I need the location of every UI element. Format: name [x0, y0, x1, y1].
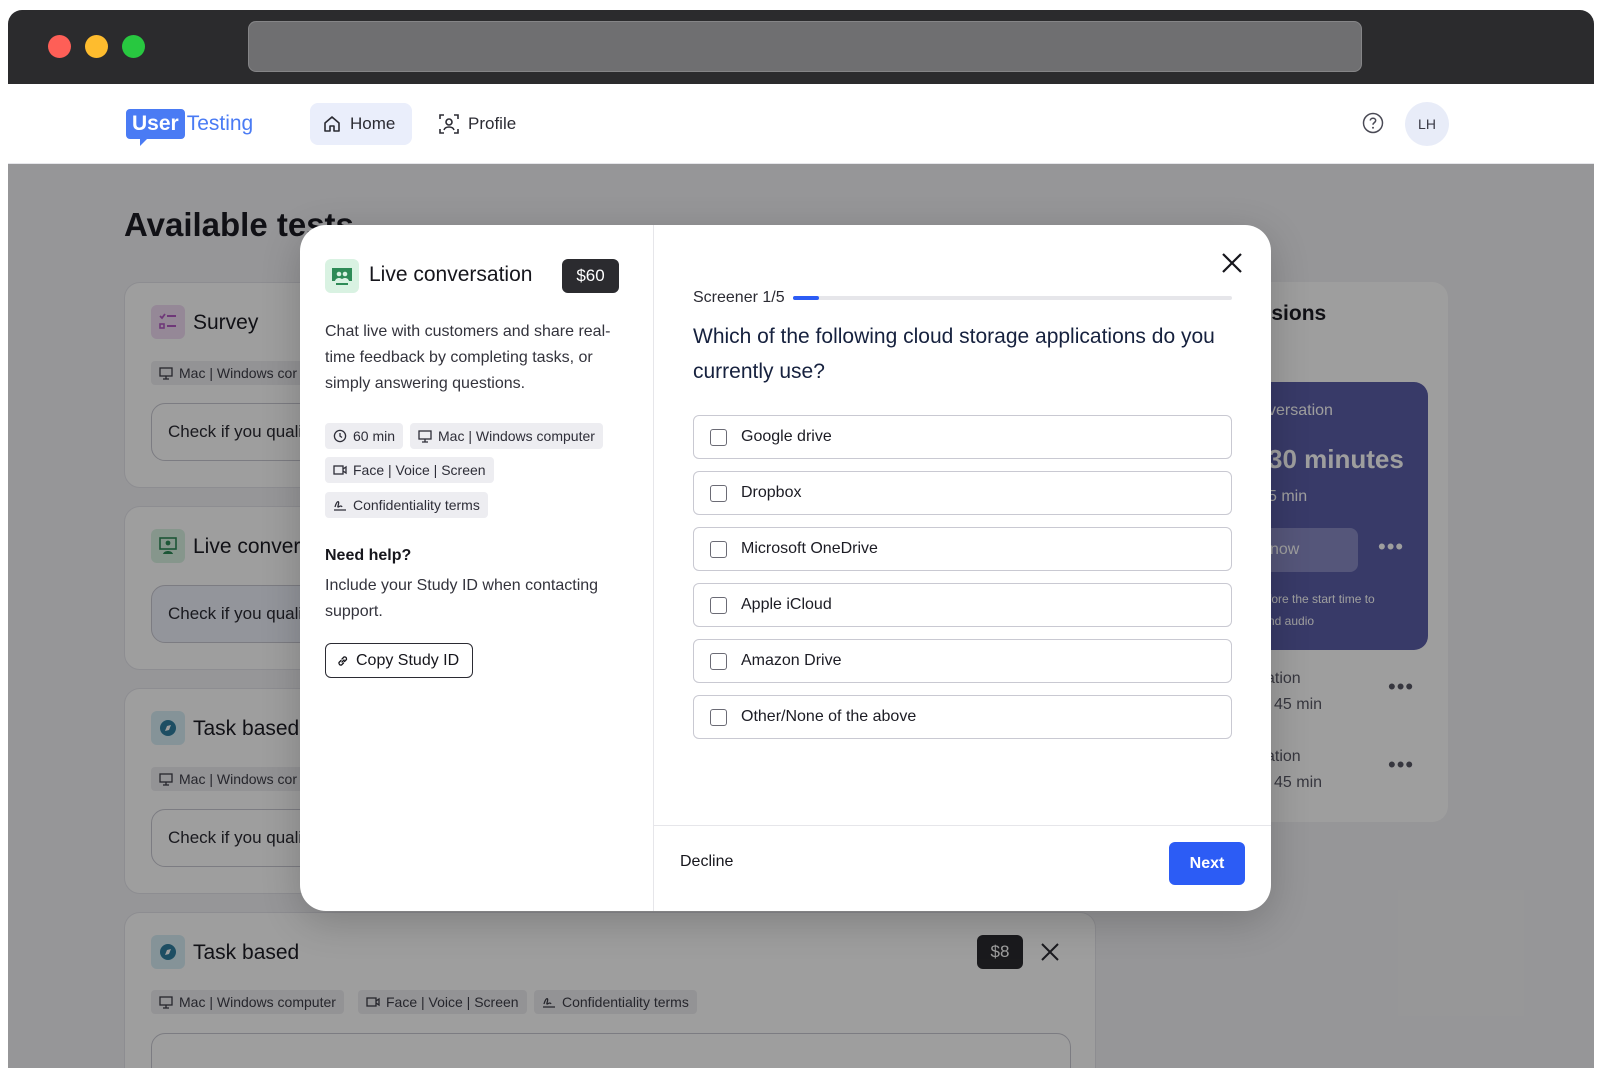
video-icon: [333, 465, 347, 475]
checkbox[interactable]: [710, 708, 727, 726]
logo-user-text: User: [126, 109, 185, 146]
option-dropbox[interactable]: Dropbox: [693, 471, 1232, 515]
screener-label: Screener 1/5: [693, 289, 785, 306]
test-details-panel: Live conversation $60 Chat live with cus…: [300, 225, 654, 911]
help-icon[interactable]: [1362, 112, 1384, 134]
modal-footer-divider: [654, 825, 1271, 826]
user-avatar[interactable]: LH: [1405, 102, 1449, 146]
logo-testing-text: Testing: [186, 112, 254, 135]
nav-profile[interactable]: Profile: [438, 103, 516, 145]
screener-progress-bar: [793, 296, 1232, 300]
nav-home[interactable]: Home: [310, 103, 412, 145]
terms-chip: Confidentiality terms: [325, 492, 488, 518]
device-chip: Mac | Windows computer: [410, 423, 603, 449]
checkbox[interactable]: [710, 652, 727, 670]
link-icon: [338, 655, 348, 666]
checkbox[interactable]: [710, 428, 727, 446]
maximize-window-button[interactable]: [122, 35, 145, 58]
browser-titlebar: [8, 10, 1594, 84]
test-description: Chat live with customers and share real-…: [325, 323, 611, 392]
need-help-heading: Need help?: [325, 547, 412, 564]
option-google-drive[interactable]: Google drive: [693, 415, 1232, 459]
checkbox[interactable]: [710, 540, 727, 558]
option-other-none[interactable]: Other/None of the above: [693, 695, 1232, 739]
recording-chip: Face | Voice | Screen: [325, 457, 494, 483]
test-title: Live conversation: [369, 263, 533, 286]
minimize-window-button[interactable]: [85, 35, 108, 58]
usertesting-logo[interactable]: User Testing: [126, 106, 254, 146]
screener-question: Which of the following cloud storage app…: [693, 325, 1215, 383]
option-apple-icloud[interactable]: Apple iCloud: [693, 583, 1232, 627]
checkbox[interactable]: [710, 484, 727, 502]
next-button[interactable]: Next: [1169, 842, 1245, 885]
close-window-button[interactable]: [48, 35, 71, 58]
address-bar[interactable]: [248, 21, 1362, 72]
monitor-icon: [418, 430, 432, 443]
nav-profile-label: Profile: [468, 114, 517, 133]
signature-icon: [334, 500, 346, 511]
screener-panel: Screener 1/5 Which of the following clou…: [654, 225, 1271, 911]
option-amazon-drive[interactable]: Amazon Drive: [693, 639, 1232, 683]
duration-chip: 60 min: [325, 423, 404, 449]
app-header: User Testing Home Profile LH: [8, 84, 1594, 164]
nav-home-label: Home: [350, 114, 396, 133]
live-conversation-icon: [325, 259, 359, 293]
option-microsoft-onedrive[interactable]: Microsoft OneDrive: [693, 527, 1232, 571]
close-icon[interactable]: [1220, 251, 1244, 275]
home-icon: [324, 116, 340, 132]
checkbox[interactable]: [710, 596, 727, 614]
clock-icon: [333, 429, 347, 443]
screener-progress-fill: [793, 296, 820, 300]
decline-button[interactable]: Decline: [680, 853, 733, 871]
copy-study-id-button[interactable]: Copy Study ID: [325, 643, 473, 678]
screener-modal: Live conversation $60 Chat live with cus…: [300, 225, 1271, 911]
price-badge: $60: [562, 259, 619, 293]
profile-icon: [439, 114, 459, 134]
need-help-text: Include your Study ID when contacting su…: [325, 577, 599, 620]
